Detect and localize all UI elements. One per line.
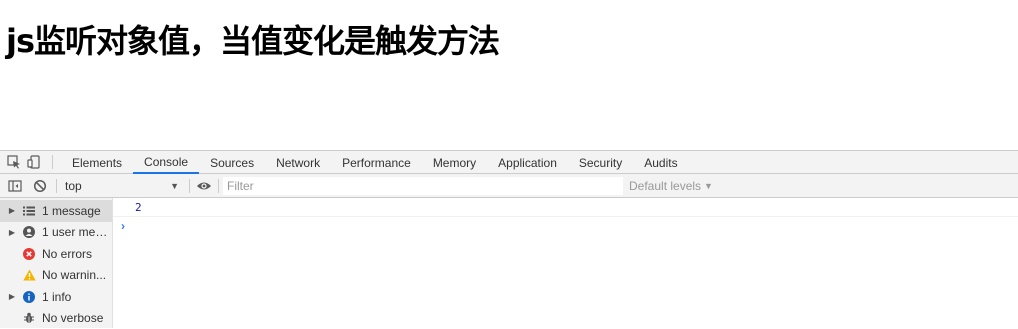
sidebar-item-label: No warnin... [42,268,107,283]
tab-application[interactable]: Application [487,151,568,174]
sidebar-item-label: No errors [42,246,93,261]
sidebar-item-warnings[interactable]: No warnin... [0,265,112,287]
list-icon [22,204,36,218]
toolbar-divider [56,178,57,193]
toolbar-divider [189,178,190,193]
sidebar-item-user-messages[interactable]: ▶ 1 user mes... [0,222,112,244]
context-selector[interactable]: top ▼ [61,176,183,196]
console-sidebar: ▶ 1 message ▶ 1 user mes... No errors No… [0,198,113,328]
caret-down-icon: ▼ [704,180,713,191]
devtools-panel: Elements Console Sources Network Perform… [0,150,1018,329]
log-levels-dropdown[interactable]: Default levels ▼ [629,179,713,193]
tabbar-divider [52,155,53,169]
error-icon [22,247,36,261]
page-title: js监听对象值，当值变化是触发方法 [6,22,500,60]
tab-memory[interactable]: Memory [422,151,487,174]
caret-down-icon: ▼ [170,180,179,191]
prompt-chevron-icon: › [121,219,125,233]
bug-icon [22,311,36,325]
tab-security[interactable]: Security [568,151,633,174]
device-toolbar-icon[interactable] [26,151,42,174]
inspect-element-icon[interactable] [6,151,22,174]
tab-console[interactable]: Console [133,151,200,174]
expand-arrow-icon[interactable]: ▶ [6,292,18,301]
eye-icon[interactable] [196,174,212,197]
filter-input[interactable] [223,176,623,195]
sidebar-item-label: 1 user mes... [42,225,108,240]
console-prompt[interactable]: › [113,217,1018,235]
sidebar-item-label: 1 info [42,289,72,304]
clear-console-icon[interactable] [32,174,48,197]
sidebar-item-errors[interactable]: No errors [0,243,112,265]
sidebar-item-info[interactable]: ▶ 1 info [0,286,112,308]
tabbar-tools [0,151,42,173]
log-levels-label: Default levels [629,178,702,193]
page: js监听对象值，当值变化是触发方法 Elements Console Sourc… [0,0,1018,329]
sidebar-item-messages[interactable]: ▶ 1 message [0,200,112,222]
console-message: 2 [113,198,1018,217]
tab-network[interactable]: Network [265,151,331,174]
tab-audits[interactable]: Audits [633,151,688,174]
context-selector-value: top [65,178,82,193]
info-icon [22,290,36,304]
expand-arrow-icon[interactable]: ▶ [6,228,18,237]
user-icon [22,225,36,239]
sidebar-item-label: 1 message [42,203,101,218]
tab-performance[interactable]: Performance [331,151,422,174]
tab-elements[interactable]: Elements [61,151,133,174]
console-toolbar: top ▼ Default levels ▼ [0,174,1018,198]
console-output: 2 › [113,198,1018,328]
sidebar-toggle-icon[interactable] [7,174,23,197]
devtools-tabbar: Elements Console Sources Network Perform… [0,150,1018,174]
expand-arrow-icon[interactable]: ▶ [6,206,18,215]
sidebar-item-label: No verbose [42,311,104,326]
tab-sources[interactable]: Sources [199,151,265,174]
toolbar-divider [218,178,219,193]
warning-icon [22,268,36,282]
console-log-value: 2 [135,200,142,214]
sidebar-item-verbose[interactable]: No verbose [0,308,112,329]
console-body: ▶ 1 message ▶ 1 user mes... No errors No… [0,198,1018,328]
